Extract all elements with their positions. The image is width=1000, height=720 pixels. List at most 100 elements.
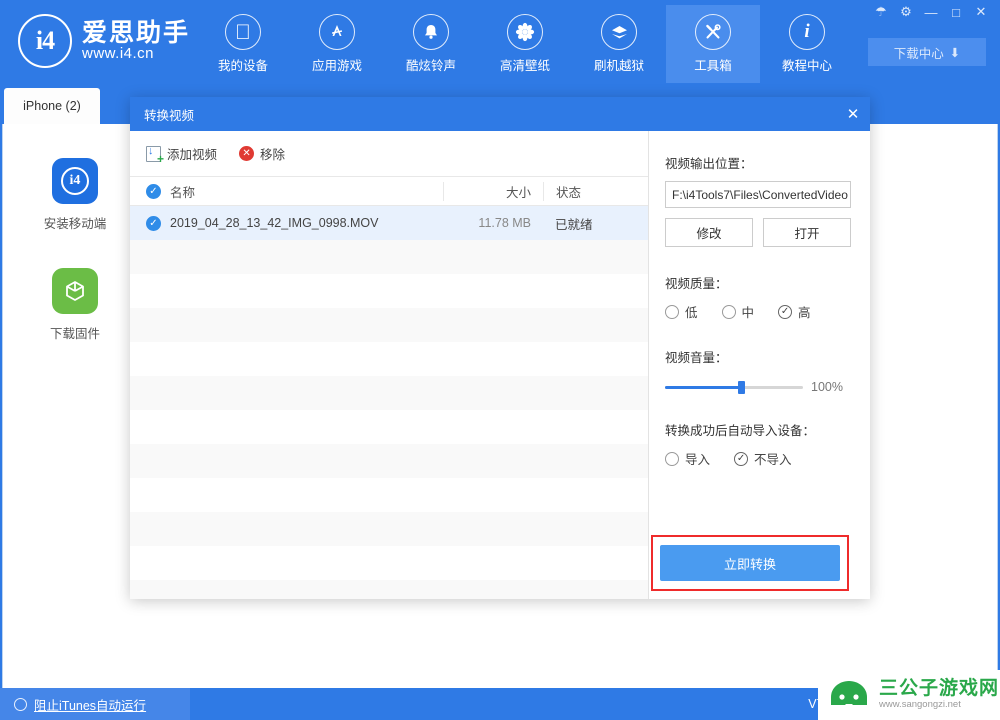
- nav-item-wallpapers[interactable]: 高清壁纸: [478, 5, 572, 83]
- video-list-body: ✓ 2019_04_28_13_42_IMG_0998.MOV 11.78 MB…: [130, 206, 648, 599]
- empty-row: [130, 546, 648, 580]
- radio-circle-icon: [665, 304, 679, 319]
- brand-name: 爱思助手: [82, 19, 191, 47]
- maximize-icon[interactable]: □: [945, 2, 967, 22]
- remove-label: 移除: [260, 148, 286, 162]
- table-row[interactable]: ✓ 2019_04_28_13_42_IMG_0998.MOV 11.78 MB…: [130, 206, 648, 240]
- nav-item-my-device[interactable]:  我的设备: [196, 5, 290, 83]
- volume-value: 100%: [811, 380, 843, 394]
- tools-icon: [695, 14, 731, 50]
- dialog-toolbar: 添加视频 ✕ 移除: [130, 131, 648, 176]
- volume-slider-handle[interactable]: [738, 380, 746, 394]
- tab-label: iPhone (2): [23, 99, 81, 113]
- output-path-input[interactable]: F:\i4Tools7\Files\ConvertedVideo: [665, 181, 851, 208]
- remove-circle-icon: ✕: [239, 146, 255, 161]
- itunes-block-label: 阻止iTunes自动运行: [34, 698, 147, 713]
- application-window: i4 爱思助手 www.i4.cn  我的设备 应用游戏 酷炫铃声: [0, 0, 1000, 720]
- settings-gear-icon[interactable]: ⚙: [895, 2, 917, 22]
- quality-option-medium[interactable]: 中: [721, 302, 755, 321]
- quality-option-label: 低: [685, 306, 698, 320]
- empty-row: [130, 342, 648, 376]
- skin-icon[interactable]: ☂: [870, 2, 892, 22]
- remove-button[interactable]: ✕ 移除: [239, 144, 285, 163]
- window-controls: ☂ ⚙ — □ ✕: [870, 2, 992, 22]
- modify-path-button[interactable]: 修改: [665, 218, 753, 247]
- dialog-title: 转换视频: [144, 108, 195, 123]
- convert-now-button[interactable]: 立即转换: [660, 545, 840, 581]
- quality-section: 视频质量： 低 中 ✓ 高: [665, 273, 851, 321]
- volume-label: 视频音量：: [665, 351, 728, 365]
- appstore-icon: [319, 14, 355, 50]
- radio-circle-icon: [665, 451, 679, 466]
- auto-import-option-label: 不导入: [754, 453, 792, 467]
- add-file-icon: [146, 145, 164, 166]
- nav-item-flash-jailbreak[interactable]: 刷机越狱: [572, 5, 666, 83]
- conversion-settings-panel: 视频输出位置： F:\i4Tools7\Files\ConvertedVideo…: [649, 131, 869, 599]
- dialog-close-icon[interactable]: ✕: [836, 97, 870, 131]
- dialog-title-bar: 转换视频 ✕: [130, 97, 870, 131]
- tab-iphone[interactable]: iPhone (2): [4, 88, 100, 124]
- toggle-radio-icon: [14, 697, 27, 711]
- grid-spacer: [13, 360, 137, 470]
- empty-row: [130, 274, 648, 308]
- auto-import-option-no[interactable]: ✓ 不导入: [734, 449, 792, 468]
- auto-import-section: 转换成功后自动导入设备： 导入 ✓ 不导入: [665, 420, 851, 468]
- convert-video-dialog: 转换视频 ✕ 添加视频 ✕ 移除 ✓ 名称 大小: [130, 97, 870, 599]
- nav-label: 教程中心: [781, 59, 832, 73]
- volume-slider[interactable]: [665, 380, 803, 394]
- nav-label: 工具箱: [694, 59, 732, 73]
- download-center-label: 下载中心: [893, 46, 944, 61]
- auto-import-label: 转换成功后自动导入设备：: [665, 424, 816, 438]
- download-center-button[interactable]: 下载中心 ⬇: [868, 38, 986, 66]
- main-nav:  我的设备 应用游戏 酷炫铃声: [196, 5, 854, 83]
- open-folder-button[interactable]: 打开: [763, 218, 851, 247]
- radio-checked-icon: ✓: [734, 451, 749, 466]
- select-all-checkbox[interactable]: ✓: [146, 183, 161, 199]
- nav-item-apps-games[interactable]: 应用游戏: [290, 5, 384, 83]
- app-logo: i4 爱思助手 www.i4.cn: [18, 14, 190, 68]
- bell-icon: [413, 14, 449, 50]
- add-video-label: 添加视频: [167, 148, 218, 162]
- tool-label: 安装移动端: [43, 217, 107, 231]
- site-watermark: 三公子游戏网 www.sangongzi.net: [818, 670, 1000, 720]
- video-list-header: ✓ 名称 大小 状态: [130, 176, 648, 206]
- minimize-icon[interactable]: —: [920, 2, 942, 22]
- nav-item-tutorial-center[interactable]: i 教程中心: [760, 5, 854, 83]
- watermark-title: 三公子游戏网: [879, 678, 1000, 700]
- column-header-size[interactable]: 大小: [443, 181, 543, 201]
- row-size: 11.78 MB: [478, 216, 531, 230]
- empty-row: [130, 376, 648, 410]
- volume-section: 视频音量： 100%: [665, 347, 851, 394]
- nav-item-ringtones[interactable]: 酷炫铃声: [384, 5, 478, 83]
- quality-option-high[interactable]: ✓ 高: [778, 302, 811, 321]
- column-header-status[interactable]: 状态: [543, 181, 648, 201]
- quality-radio-group: 低 中 ✓ 高: [665, 302, 851, 321]
- close-icon[interactable]: ✕: [970, 2, 992, 22]
- tool-download-firmware[interactable]: 下载固件: [13, 250, 137, 360]
- top-navigation-bar: i4 爱思助手 www.i4.cn  我的设备 应用游戏 酷炫铃声: [0, 0, 1000, 88]
- row-status: 已就绪: [555, 217, 593, 232]
- tool-label: 下载固件: [49, 327, 100, 341]
- row-name: 2019_04_28_13_42_IMG_0998.MOV: [170, 216, 379, 230]
- output-buttons: 修改 打开: [665, 218, 851, 247]
- quality-label: 视频质量：: [665, 277, 728, 291]
- empty-row: [130, 580, 648, 599]
- add-video-button[interactable]: 添加视频: [146, 144, 218, 166]
- quality-option-low[interactable]: 低: [665, 302, 698, 321]
- auto-import-option-yes[interactable]: 导入: [665, 449, 710, 468]
- volume-slider-row: 100%: [665, 380, 851, 394]
- empty-row: [130, 478, 648, 512]
- convert-button-highlight: 立即转换: [651, 535, 849, 591]
- tool-install-mobile-client[interactable]: i4 安装移动端: [13, 140, 137, 250]
- apple-icon: : [225, 14, 261, 50]
- empty-row: [130, 410, 648, 444]
- row-checkbox[interactable]: ✓: [146, 215, 161, 231]
- output-location-label: 视频输出位置：: [665, 157, 753, 171]
- nav-label: 我的设备: [217, 59, 268, 73]
- nav-label: 刷机越狱: [593, 59, 644, 73]
- quality-option-label: 中: [741, 306, 755, 320]
- nav-item-toolbox[interactable]: 工具箱: [666, 5, 760, 83]
- column-header-name[interactable]: 名称: [170, 182, 443, 201]
- dialog-body: 添加视频 ✕ 移除 ✓ 名称 大小 状态 ✓ 2019_04: [130, 131, 870, 599]
- itunes-block-toggle[interactable]: 阻止iTunes自动运行: [0, 688, 190, 720]
